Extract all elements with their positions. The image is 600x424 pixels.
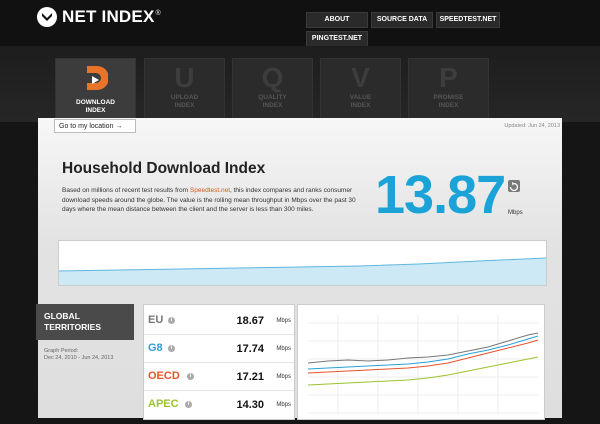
info-icon[interactable]: i bbox=[187, 373, 194, 380]
territory-value: 14.30 bbox=[236, 399, 264, 411]
territory-value: 17.74 bbox=[236, 343, 264, 355]
territory-name: G8 bbox=[148, 342, 163, 354]
download-icon bbox=[86, 66, 109, 90]
info-icon[interactable]: i bbox=[168, 345, 175, 352]
tab-promise-index[interactable]: P PROMISE INDEX bbox=[408, 58, 489, 120]
tab-label: QUALITY bbox=[258, 94, 287, 101]
graph-period: Graph Period: Dec 24, 2010 - Jun 24, 201… bbox=[44, 348, 113, 362]
tab-label: INDEX bbox=[438, 102, 459, 109]
territory-unit: Mbps bbox=[276, 402, 291, 408]
heading-line: TERRITORIES bbox=[44, 322, 101, 332]
upload-icon: U bbox=[174, 62, 195, 93]
graph-period-label: Graph Period: bbox=[44, 348, 79, 354]
refresh-icon-glyph bbox=[509, 182, 519, 192]
territory-name: EU bbox=[148, 314, 164, 326]
tab-download-index[interactable]: DOWNLOAD INDEX bbox=[55, 58, 136, 120]
tab-label: UPLOAD bbox=[170, 94, 199, 101]
logo-text: NET INDEX® bbox=[62, 7, 161, 26]
territory-unit: Mbps bbox=[276, 318, 291, 324]
tab-label: INDEX bbox=[262, 102, 283, 109]
sparkline-svg bbox=[58, 257, 547, 285]
territory-row-g8[interactable]: G8 i 17.74 Mbps bbox=[144, 335, 294, 363]
description-text: Based on millions of recent test results… bbox=[62, 187, 190, 194]
updated-date: Updated: Jun 24, 2013 bbox=[504, 123, 560, 129]
tab-label: INDEX bbox=[174, 102, 195, 109]
nav-about[interactable]: ABOUT bbox=[306, 12, 368, 28]
promise-icon: P bbox=[439, 62, 458, 93]
territory-name: OECD bbox=[148, 370, 180, 382]
page-title: Household Download Index bbox=[62, 160, 266, 177]
nav-pingtest[interactable]: PINGTEST.NET bbox=[306, 31, 368, 47]
refresh-icon[interactable] bbox=[508, 180, 520, 192]
go-to-my-location-button[interactable]: Go to my location → bbox=[54, 119, 136, 133]
description: Based on millions of recent test results… bbox=[62, 186, 362, 215]
territory-unit: Mbps bbox=[276, 346, 291, 352]
net-index-logo[interactable]: NET INDEX® bbox=[36, 6, 161, 28]
tab-upload-index[interactable]: U UPLOAD INDEX bbox=[144, 58, 225, 120]
net-index-logo-icon bbox=[37, 7, 57, 27]
download-index-value: 13.87 bbox=[375, 165, 506, 225]
territory-name: APEC bbox=[148, 398, 179, 410]
quality-icon: Q bbox=[261, 62, 284, 93]
tab-label: INDEX bbox=[85, 107, 106, 114]
info-icon[interactable]: i bbox=[168, 317, 175, 324]
territories-chart-svg bbox=[307, 315, 539, 415]
territory-row-eu[interactable]: EU i 18.67 Mbps bbox=[144, 307, 294, 335]
history-sparkline bbox=[58, 240, 547, 286]
territories-list: EU i 18.67 Mbps G8 i 17.74 Mbps OECD i 1… bbox=[143, 304, 295, 420]
territory-row-oecd[interactable]: OECD i 17.21 Mbps bbox=[144, 363, 294, 391]
speedtest-link[interactable]: Speedtest.net bbox=[190, 187, 230, 194]
territories-chart bbox=[297, 304, 545, 420]
global-territories-heading: GLOBAL TERRITORIES bbox=[44, 311, 101, 333]
nav-source-data[interactable]: SOURCE DATA bbox=[371, 12, 433, 28]
tab-label: DOWNLOAD bbox=[76, 99, 115, 106]
territory-row-apec[interactable]: APEC i 14.30 Mbps bbox=[144, 391, 294, 419]
graph-period-range: Dec 24, 2010 - Jun 24, 2013 bbox=[44, 355, 114, 361]
tab-value-index[interactable]: V VALUE INDEX bbox=[320, 58, 401, 120]
territory-value: 17.21 bbox=[236, 371, 264, 383]
value-unit: Mbps bbox=[508, 210, 523, 216]
tab-label: PROMISE bbox=[433, 94, 464, 101]
chart-grid bbox=[308, 315, 538, 415]
oecd-series-line bbox=[307, 339, 539, 374]
heading-line: GLOBAL bbox=[44, 311, 80, 321]
value-icon: V bbox=[351, 62, 370, 93]
info-icon[interactable]: i bbox=[185, 401, 192, 408]
tab-label: INDEX bbox=[350, 102, 371, 109]
territory-value: 18.67 bbox=[236, 315, 264, 327]
tab-quality-index[interactable]: Q QUALITY INDEX bbox=[232, 58, 313, 120]
territory-unit: Mbps bbox=[276, 374, 291, 380]
nav-speedtest[interactable]: SPEEDTEST.NET bbox=[436, 12, 500, 28]
sparkline-area bbox=[59, 258, 546, 285]
tab-label: VALUE bbox=[349, 94, 372, 101]
